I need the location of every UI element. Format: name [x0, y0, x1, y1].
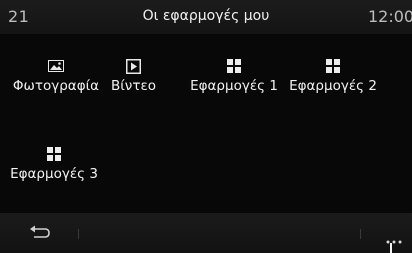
clock: 12:00	[368, 7, 412, 26]
divider	[360, 229, 361, 239]
more-button[interactable]	[384, 231, 404, 244]
video-icon	[126, 58, 142, 74]
more-dots-icon	[386, 240, 402, 244]
divider	[78, 229, 79, 239]
cursor-indicator	[390, 243, 392, 253]
app-apps-1[interactable]: Εφαρμογές 1	[184, 59, 284, 94]
app-apps-2[interactable]: Εφαρμογές 2	[283, 59, 383, 94]
status-bar: 21 Οι εφαρμογές μου 12:00	[0, 0, 412, 34]
app-label: Φωτογραφία	[12, 78, 100, 94]
app-label: Εφαρμογές 2	[289, 78, 377, 94]
photo-icon	[48, 59, 64, 73]
app-video[interactable]: Βίντεο	[106, 58, 161, 94]
app-grid-icon	[325, 59, 341, 73]
back-arrow-icon	[30, 225, 50, 238]
app-apps-3[interactable]: Εφαρμογές 3	[4, 147, 104, 182]
screen: 21 Οι εφαρμογές μου 12:00 Φωτογραφία Βίν…	[0, 0, 412, 253]
app-label: Εφαρμογές 3	[10, 166, 98, 182]
page-title: Οι εφαρμογές μου	[142, 8, 270, 24]
app-label: Εφαρμογές 1	[190, 78, 278, 94]
app-grid-icon	[226, 59, 242, 73]
bottom-bar	[0, 213, 412, 253]
back-button[interactable]	[28, 224, 52, 242]
app-grid-icon	[46, 147, 62, 161]
app-label: Βίντεο	[110, 78, 157, 94]
app-photo[interactable]: Φωτογραφία	[6, 59, 106, 94]
